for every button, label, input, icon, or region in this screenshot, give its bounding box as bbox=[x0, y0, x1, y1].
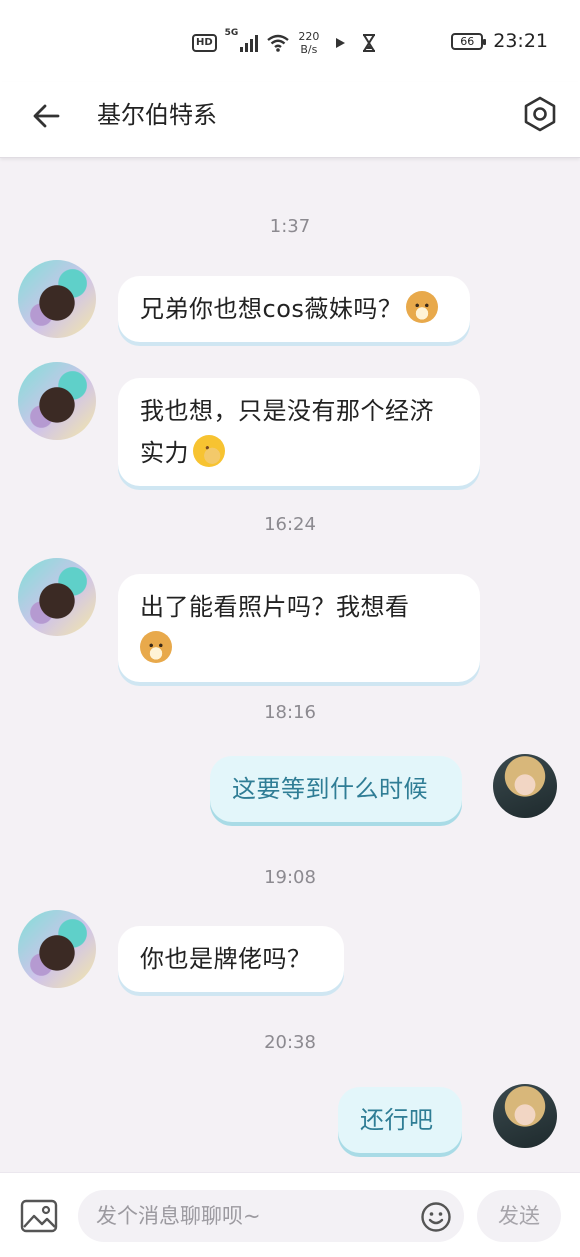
message-bubble-outgoing[interactable]: 这要等到什么时候 bbox=[210, 756, 462, 822]
message-bubble-incoming[interactable]: 兄弟你也想cos薇妹吗？ bbox=[118, 276, 470, 342]
status-bar: HD 5G 220 B/s 66 23:21 bbox=[0, 0, 580, 82]
message-bubble-outgoing[interactable]: 还行吧 bbox=[338, 1087, 462, 1153]
message-text: 实力 bbox=[140, 439, 189, 467]
contact-avatar[interactable] bbox=[18, 362, 96, 440]
timestamp: 18:16 bbox=[264, 702, 316, 723]
chat-header: 基尔伯特系 bbox=[0, 82, 580, 158]
timestamp: 1:37 bbox=[269, 216, 311, 237]
clock: 23:21 bbox=[493, 30, 548, 52]
message-bubble-incoming[interactable]: 你也是牌佬吗？ bbox=[118, 926, 344, 992]
hd-badge: HD bbox=[192, 34, 217, 52]
speed-unit: B/s bbox=[300, 43, 318, 56]
timestamp: 20:38 bbox=[264, 1032, 316, 1053]
contact-avatar[interactable] bbox=[18, 910, 96, 988]
network-speed: 220 B/s bbox=[298, 30, 319, 56]
contact-avatar[interactable] bbox=[18, 260, 96, 338]
image-icon[interactable] bbox=[20, 1199, 58, 1233]
input-bar: 发送 bbox=[0, 1172, 580, 1257]
facepalm-emoji-icon bbox=[193, 435, 225, 467]
message-bubble-incoming[interactable]: 出了能看照片吗？我想看 bbox=[118, 574, 480, 682]
doge-emoji-icon bbox=[406, 291, 439, 323]
message-text: 这要等到什么时候 bbox=[232, 775, 428, 803]
page-title: 基尔伯特系 bbox=[97, 101, 217, 129]
timestamp: 19:08 bbox=[264, 867, 316, 888]
status-right: 66 23:21 bbox=[451, 30, 548, 52]
my-avatar[interactable] bbox=[493, 1084, 557, 1148]
settings-hexagon-icon[interactable] bbox=[520, 94, 560, 134]
message-input[interactable] bbox=[78, 1190, 464, 1242]
signal-icon bbox=[240, 34, 259, 52]
play-icon bbox=[336, 38, 346, 48]
timestamp: 16:24 bbox=[264, 514, 316, 535]
battery-icon: 66 bbox=[451, 32, 487, 50]
speed-value: 220 bbox=[298, 30, 320, 43]
message-text: 还行吧 bbox=[360, 1106, 434, 1134]
status-icons: HD 5G 220 B/s bbox=[192, 28, 377, 58]
message-text: 你也是牌佬吗？ bbox=[140, 945, 312, 973]
message-bubble-incoming[interactable]: 我也想，只是没有那个经济 实力 bbox=[118, 378, 480, 486]
contact-avatar[interactable] bbox=[18, 558, 96, 636]
message-text: 我也想，只是没有那个经济 bbox=[140, 397, 434, 425]
chat-area[interactable]: 1:37 兄弟你也想cos薇妹吗？ 我也想，只是没有那个经济 实力 16:24 … bbox=[0, 158, 580, 1172]
my-avatar[interactable] bbox=[493, 754, 557, 818]
message-text: 兄弟你也想cos薇妹吗？ bbox=[140, 295, 403, 323]
hourglass-icon bbox=[363, 34, 376, 52]
emoji-icon[interactable] bbox=[420, 1201, 452, 1233]
wifi-icon bbox=[267, 34, 290, 52]
back-arrow-icon[interactable] bbox=[28, 98, 64, 134]
message-text: 出了能看照片吗？我想看 bbox=[140, 593, 410, 621]
doge-emoji-icon bbox=[140, 631, 172, 663]
network-label: 5G bbox=[224, 28, 239, 38]
send-button[interactable]: 发送 bbox=[477, 1190, 561, 1242]
